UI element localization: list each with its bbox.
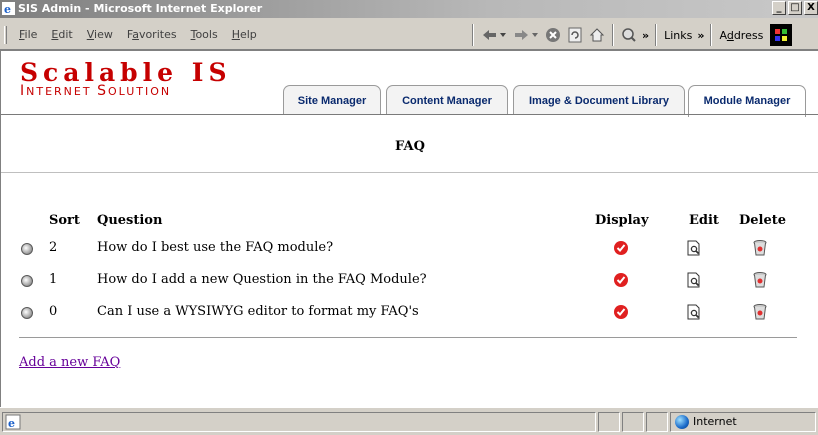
menu-tools[interactable]: Tools xyxy=(184,28,225,41)
menu-toolbar-row: File Edit View Favorites Tools Help » Li… xyxy=(0,18,818,50)
close-button[interactable]: X xyxy=(804,1,818,15)
forward-button[interactable] xyxy=(510,24,542,46)
row-select-radio[interactable] xyxy=(21,243,33,255)
site-logo: Scalable IS INTERNET SOLUTION xyxy=(20,58,232,98)
row-sort-value: 1 xyxy=(49,272,58,287)
home-icon xyxy=(589,28,605,42)
search-icon xyxy=(622,28,636,42)
row-question: How do I add a new Question in the FAQ M… xyxy=(97,272,427,287)
page-title: FAQ xyxy=(395,139,425,154)
security-zone[interactable]: Internet xyxy=(670,412,816,432)
status-text-pane: e xyxy=(2,412,596,432)
toolbar-separator xyxy=(472,24,474,46)
svg-text:e: e xyxy=(8,417,15,430)
menu-bar: File Edit View Favorites Tools Help xyxy=(12,28,264,41)
tab-site-manager[interactable]: Site Manager xyxy=(283,85,381,115)
status-pane-extra xyxy=(646,412,668,432)
row-select-radio[interactable] xyxy=(21,307,33,319)
security-zone-label: Internet xyxy=(693,415,737,428)
window-title: SIS Admin - Microsoft Internet Explorer xyxy=(18,2,263,15)
stop-button[interactable] xyxy=(542,24,564,46)
stop-icon xyxy=(546,28,560,42)
home-button[interactable] xyxy=(586,24,608,46)
svg-text:e: e xyxy=(4,3,11,15)
page-content: Scalable IS INTERNET SOLUTION Site Manag… xyxy=(0,50,818,407)
globe-icon xyxy=(675,415,689,429)
back-button[interactable] xyxy=(478,24,510,46)
tab-module-manager[interactable]: Module Manager xyxy=(688,85,806,117)
logo-name: Scalable IS xyxy=(20,58,232,87)
menu-view[interactable]: View xyxy=(80,28,120,41)
delete-trash-icon[interactable] xyxy=(752,239,768,260)
column-header-question[interactable]: Question xyxy=(97,213,162,228)
row-sort-value: 0 xyxy=(49,304,58,319)
row-select-radio[interactable] xyxy=(21,275,33,287)
table-row: 1 How do I add a new Question in the FAQ… xyxy=(1,267,818,297)
tab-content-manager[interactable]: Content Manager xyxy=(386,85,508,115)
toolbar-separator xyxy=(655,24,658,46)
address-bar-label[interactable]: Address xyxy=(716,29,766,42)
links-button[interactable]: Links xyxy=(661,29,695,42)
status-pane-progress xyxy=(598,412,620,432)
delete-trash-icon[interactable] xyxy=(752,271,768,292)
edit-magnifier-icon[interactable] xyxy=(686,272,702,291)
column-header-delete: Delete xyxy=(739,213,787,228)
column-header-display: Display xyxy=(595,213,649,228)
browser-toolbar: » Links » Address xyxy=(468,22,793,48)
toolbar-separator xyxy=(710,24,713,46)
column-header-edit: Edit xyxy=(689,213,719,228)
search-button[interactable] xyxy=(618,24,640,46)
tab-image-document-library[interactable]: Image & Document Library xyxy=(513,85,685,115)
title-divider xyxy=(1,172,818,173)
row-sort-value: 2 xyxy=(49,240,58,255)
table-bottom-divider xyxy=(19,337,797,338)
refresh-button[interactable] xyxy=(564,24,586,46)
table-row: 0 Can I use a WYSIWYG editor to format m… xyxy=(1,299,818,329)
window-titlebar: e SIS Admin - Microsoft Internet Explore… xyxy=(0,0,818,18)
column-header-sort[interactable]: Sort xyxy=(49,213,80,228)
edit-magnifier-icon[interactable] xyxy=(686,240,702,259)
menu-favorites[interactable]: Favorites xyxy=(120,28,184,41)
maximize-button[interactable]: □ xyxy=(788,1,802,15)
back-arrow-icon xyxy=(483,30,506,40)
ie-icon: e xyxy=(2,2,15,16)
header-divider xyxy=(1,114,818,115)
add-faq-link[interactable]: Add a new FAQ xyxy=(19,355,120,370)
links-overflow-chevron[interactable]: » xyxy=(695,29,706,42)
menu-edit[interactable]: Edit xyxy=(44,28,79,41)
display-check-icon[interactable] xyxy=(613,240,629,259)
toolbar-overflow-chevron[interactable]: » xyxy=(640,29,651,42)
table-row: 2 How do I best use the FAQ module? xyxy=(1,235,818,265)
menu-file[interactable]: File xyxy=(12,28,44,41)
edit-magnifier-icon[interactable] xyxy=(686,304,702,323)
row-question: Can I use a WYSIWYG editor to format my … xyxy=(97,304,419,319)
status-pane-lock xyxy=(622,412,644,432)
page-icon: e xyxy=(5,414,21,430)
window-controls: _ □ X xyxy=(770,1,818,17)
display-check-icon[interactable] xyxy=(613,304,629,323)
status-bar: e Internet xyxy=(0,407,818,435)
delete-trash-icon[interactable] xyxy=(752,303,768,324)
toolbar-grip[interactable] xyxy=(4,26,7,44)
refresh-icon xyxy=(568,27,582,43)
menu-help[interactable]: Help xyxy=(225,28,264,41)
forward-arrow-icon xyxy=(515,30,538,40)
row-question: How do I best use the FAQ module? xyxy=(97,240,334,255)
display-check-icon[interactable] xyxy=(613,272,629,291)
windows-logo-icon xyxy=(770,24,793,46)
toolbar-separator xyxy=(612,24,614,46)
minimize-button[interactable]: _ xyxy=(772,1,786,15)
